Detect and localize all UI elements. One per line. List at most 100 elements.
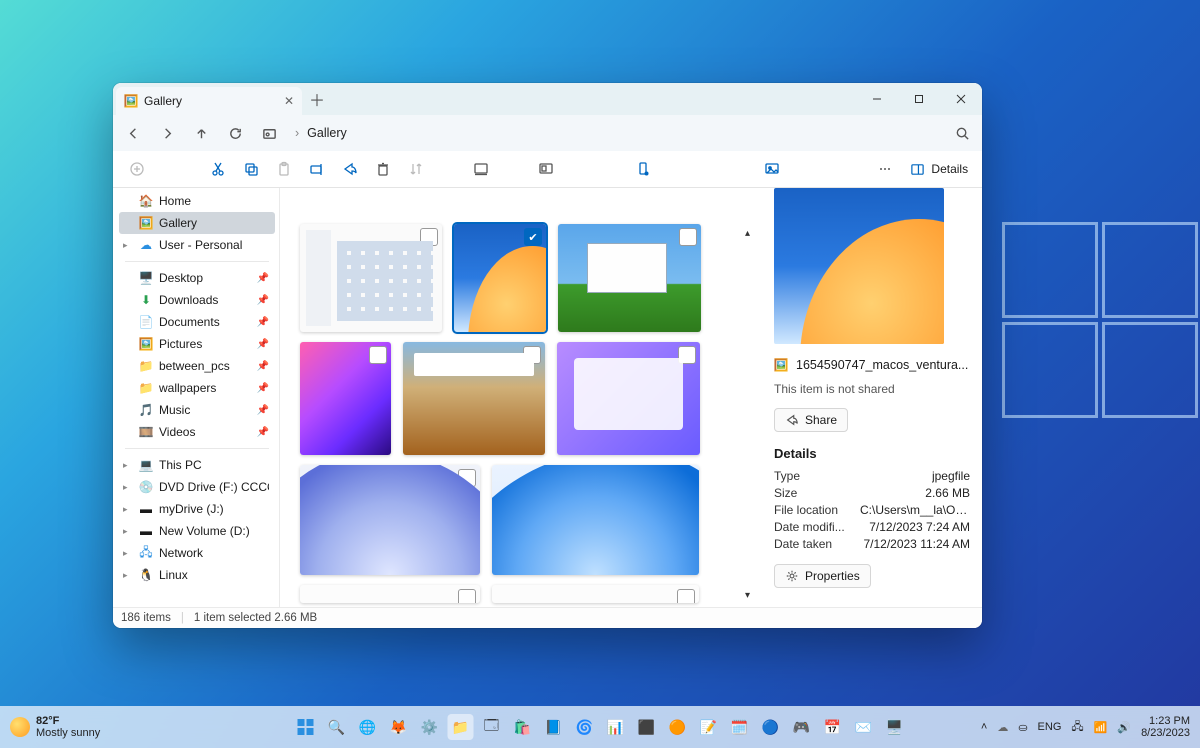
taskbar-app[interactable]: 🖥️: [882, 714, 908, 740]
chevron-right-icon[interactable]: ▸: [123, 570, 128, 581]
taskbar-app[interactable]: 📅: [820, 714, 846, 740]
sidebar-item-wallpapers[interactable]: 📁wallpapers📌: [119, 377, 275, 399]
phone-sync-button[interactable]: [629, 155, 656, 183]
taskbar-app[interactable]: 🌀: [572, 714, 598, 740]
maximize-button[interactable]: [898, 83, 940, 115]
tab-gallery[interactable]: 🖼️ Gallery ✕: [116, 87, 302, 115]
up-button[interactable]: [189, 121, 213, 145]
thumbnail[interactable]: [300, 342, 391, 455]
forward-button[interactable]: [155, 121, 179, 145]
sidebar-item-user[interactable]: ▸☁User - Personal: [119, 234, 275, 256]
sidebar-item-home[interactable]: 🏠Home: [119, 190, 275, 212]
checkbox[interactable]: [458, 589, 476, 603]
checkbox[interactable]: [523, 346, 541, 364]
thumbnail[interactable]: [492, 585, 699, 603]
background-button[interactable]: [758, 155, 785, 183]
checkbox-checked[interactable]: ✔: [524, 228, 542, 246]
sidebar-item-documents[interactable]: 📄Documents📌: [119, 311, 275, 333]
properties-button[interactable]: Properties: [774, 564, 871, 588]
sort-button[interactable]: [402, 155, 429, 183]
sidebar-item-pictures[interactable]: 🖼️Pictures📌: [119, 333, 275, 355]
sidebar-item-downloads[interactable]: ⬇Downloads📌: [119, 289, 275, 311]
sidebar-item-linux[interactable]: ▸🐧Linux: [119, 564, 275, 586]
cut-button[interactable]: [204, 155, 231, 183]
volume-tray-icon[interactable]: 🔊: [1117, 721, 1131, 734]
start-button[interactable]: [293, 714, 319, 740]
chevron-right-icon[interactable]: ▸: [123, 526, 128, 537]
chevron-right-icon[interactable]: ▸: [123, 548, 128, 559]
chevron-right-icon[interactable]: ▸: [123, 504, 128, 515]
onedrive-tray-icon[interactable]: ☁: [997, 721, 1008, 734]
details-pane-toggle[interactable]: Details: [910, 162, 968, 177]
taskbar-app[interactable]: 📝: [696, 714, 722, 740]
taskbar-app[interactable]: 🌐: [355, 714, 381, 740]
taskbar-app[interactable]: 🗓️: [727, 714, 753, 740]
sidebar-item-desktop[interactable]: 🖥️Desktop📌: [119, 267, 275, 289]
thumbnail[interactable]: [492, 465, 699, 575]
refresh-button[interactable]: [223, 121, 247, 145]
location-icon[interactable]: [257, 121, 281, 145]
language-indicator[interactable]: ENG: [1038, 721, 1062, 733]
taskbar-app[interactable]: 🔵: [758, 714, 784, 740]
titlebar[interactable]: 🖼️ Gallery ✕ ＋: [113, 83, 982, 115]
filter-button[interactable]: [532, 155, 559, 183]
taskbar-tray[interactable]: ˄ ☁ ⛀ ENG 🖧 📶 🔊 1:23 PM 8/23/2023: [981, 715, 1190, 739]
sidebar-item-newvol[interactable]: ▸▬New Volume (D:): [119, 520, 275, 542]
tray-chevron-icon[interactable]: ˄: [981, 721, 987, 733]
taskbar-app[interactable]: ⚙️: [417, 714, 443, 740]
checkbox[interactable]: [677, 589, 695, 603]
share-button[interactable]: Share: [774, 408, 848, 432]
thumbnail[interactable]: [403, 342, 545, 455]
chevron-right-icon[interactable]: ▸: [123, 460, 128, 471]
paste-button[interactable]: [270, 155, 297, 183]
taskbar-app[interactable]: ✉️: [851, 714, 877, 740]
share-button[interactable]: [336, 155, 363, 183]
taskbar-app[interactable]: ⬛: [634, 714, 660, 740]
delete-button[interactable]: [369, 155, 396, 183]
checkbox[interactable]: [458, 469, 476, 487]
checkbox[interactable]: [369, 346, 387, 364]
taskbar-app[interactable]: 🗔: [479, 714, 505, 740]
network-tray-icon[interactable]: 🖧: [1071, 718, 1083, 737]
thumbnail[interactable]: [557, 342, 700, 455]
checkbox[interactable]: [678, 346, 696, 364]
view-button[interactable]: [467, 155, 494, 183]
taskbar-app[interactable]: 📊: [603, 714, 629, 740]
thumbnail[interactable]: [300, 224, 442, 332]
checkbox[interactable]: [679, 228, 697, 246]
tray-icon[interactable]: ⛀: [1018, 721, 1027, 734]
scroll-down-icon[interactable]: ▾: [745, 590, 750, 601]
back-button[interactable]: [121, 121, 145, 145]
chevron-right-icon[interactable]: ▸: [123, 482, 128, 493]
thumbnail[interactable]: [300, 465, 480, 575]
taskbar-app[interactable]: 🟠: [665, 714, 691, 740]
sidebar-item-music[interactable]: 🎵Music📌: [119, 399, 275, 421]
search-taskbar-button[interactable]: 🔍: [324, 714, 350, 740]
more-button[interactable]: [871, 155, 898, 183]
sidebar-item-dvd[interactable]: ▸💿DVD Drive (F:) CCCOMA_X64FRE_E: [119, 476, 275, 498]
search-button[interactable]: [950, 121, 974, 145]
new-button[interactable]: [123, 155, 150, 183]
close-button[interactable]: [940, 83, 982, 115]
scroll-up-icon[interactable]: ▴: [745, 228, 750, 239]
taskbar[interactable]: 82°F Mostly sunny 🔍 🌐 🦊 ⚙️ 📁 🗔 🛍️ 📘 🌀 📊 …: [0, 706, 1200, 748]
taskbar-weather[interactable]: 82°F Mostly sunny: [10, 715, 100, 739]
thumbnail[interactable]: [558, 224, 701, 332]
taskbar-app[interactable]: 📘: [541, 714, 567, 740]
thumbnail-selected[interactable]: ✔: [454, 224, 546, 332]
sidebar-item-videos[interactable]: 🎞️Videos📌: [119, 421, 275, 443]
taskbar-clock[interactable]: 1:23 PM 8/23/2023: [1141, 715, 1190, 739]
sidebar-item-between[interactable]: 📁between_pcs📌: [119, 355, 275, 377]
copy-button[interactable]: [237, 155, 264, 183]
close-tab-icon[interactable]: ✕: [284, 94, 294, 108]
new-tab-button[interactable]: ＋: [302, 83, 332, 115]
minimize-button[interactable]: [856, 83, 898, 115]
checkbox[interactable]: [677, 469, 695, 487]
taskbar-file-explorer[interactable]: 📁: [448, 714, 474, 740]
chevron-right-icon[interactable]: ▸: [123, 240, 128, 251]
wifi-tray-icon[interactable]: 📶: [1094, 721, 1108, 734]
gallery-view[interactable]: ▴ ✔: [280, 188, 762, 607]
sidebar-item-gallery[interactable]: 🖼️Gallery: [119, 212, 275, 234]
breadcrumb[interactable]: › Gallery: [295, 126, 347, 140]
taskbar-app[interactable]: 🎮: [789, 714, 815, 740]
